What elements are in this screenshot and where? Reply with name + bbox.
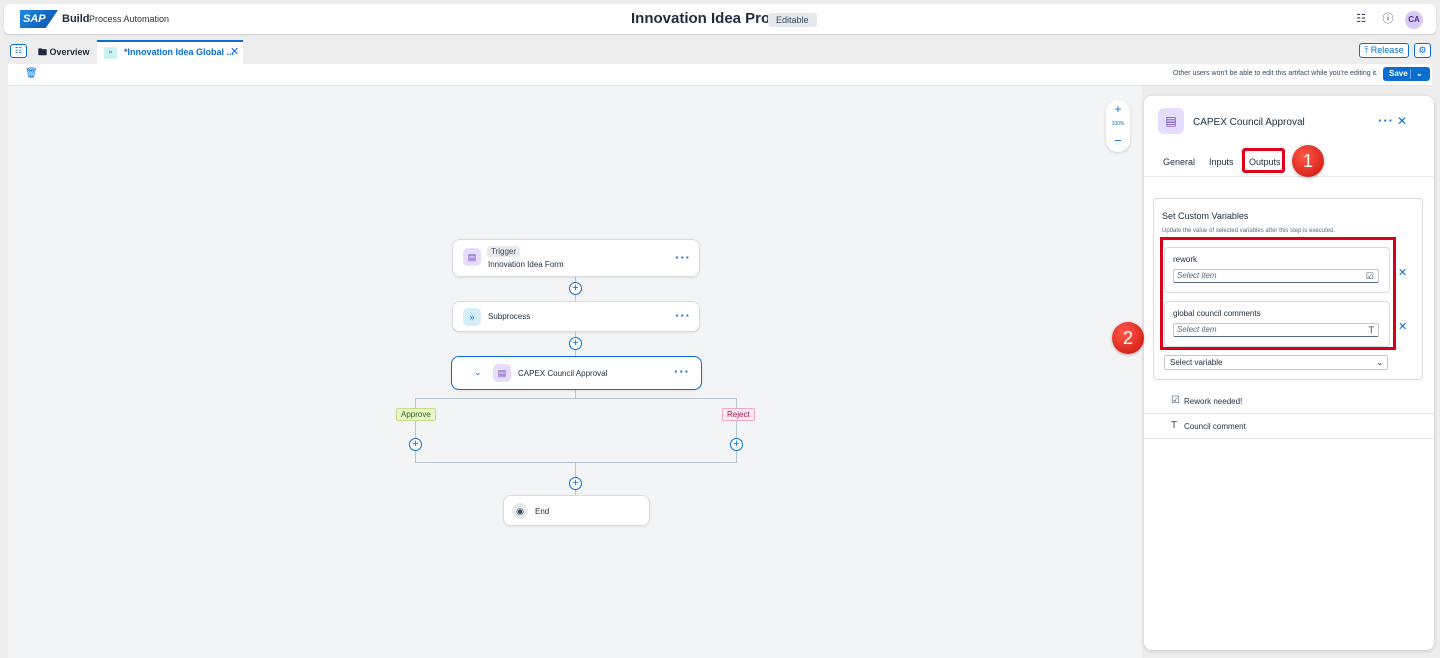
save-button[interactable]: Save ⌄ bbox=[1383, 67, 1430, 81]
trigger-label: Innovation Idea Form bbox=[488, 260, 564, 269]
list-item-label: Council comment bbox=[1184, 422, 1246, 431]
add-step-icon[interactable]: + bbox=[569, 337, 582, 350]
status-badge: Editable bbox=[768, 13, 817, 27]
list-item[interactable]: ☑ Rework needed! bbox=[1144, 389, 1434, 414]
more-icon[interactable]: ··· bbox=[1378, 113, 1394, 128]
step-marker-1: 1 bbox=[1292, 145, 1324, 177]
delete-icon[interactable]: 🗑 bbox=[25, 68, 38, 79]
remove-variable-icon[interactable]: ✕ bbox=[1398, 320, 1407, 333]
end-node[interactable]: ◉ End bbox=[503, 495, 650, 526]
text-type-icon: T bbox=[1171, 420, 1178, 431]
end-label: End bbox=[535, 507, 550, 516]
list-item[interactable]: T Council comment bbox=[1144, 414, 1434, 439]
tab-general[interactable]: General bbox=[1163, 157, 1195, 167]
brand-name: Build bbox=[62, 13, 90, 25]
chevron-down-icon[interactable]: ⌄ bbox=[474, 367, 482, 378]
form-icon: ▤ bbox=[1158, 108, 1184, 134]
approval-label: CAPEX Council Approval bbox=[518, 369, 608, 378]
chevron-down-icon: ⌄ bbox=[1376, 358, 1383, 367]
more-icon[interactable]: ··· bbox=[674, 364, 690, 379]
remove-variable-icon[interactable]: ✕ bbox=[1398, 266, 1407, 279]
section-description: Update the value of selected variables a… bbox=[1162, 228, 1336, 234]
subprocess-node[interactable]: » Subprocess ··· bbox=[452, 301, 700, 332]
divider bbox=[1144, 176, 1434, 177]
add-step-icon[interactable]: + bbox=[569, 282, 582, 295]
select-variable-dropdown[interactable]: Select variable ⌄ bbox=[1164, 355, 1388, 370]
panel-title: CAPEX Council Approval bbox=[1193, 117, 1305, 128]
shell-bar: SAP Build Process Automation Innovation … bbox=[4, 4, 1436, 34]
editor-toolbar: 🗑 Other users won't be able to edit this… bbox=[8, 64, 1432, 86]
tab-outputs[interactable]: Outputs bbox=[1242, 148, 1285, 173]
checkbox-icon: ☑ bbox=[1171, 395, 1180, 406]
approve-branch-label[interactable]: Approve bbox=[396, 408, 436, 421]
subprocess-icon: » bbox=[104, 47, 117, 59]
highlight-box bbox=[1160, 237, 1396, 350]
reject-branch-label[interactable]: Reject bbox=[722, 408, 755, 421]
section-title: Set Custom Variables bbox=[1162, 211, 1249, 221]
connector bbox=[415, 462, 737, 463]
help-icon[interactable]: ⓘ bbox=[1381, 12, 1395, 26]
form-icon: ▤ bbox=[463, 248, 481, 266]
trigger-badge: Trigger bbox=[487, 246, 521, 257]
trigger-node[interactable]: ▤ ··· bbox=[452, 239, 700, 277]
subprocess-icon: » bbox=[463, 308, 481, 326]
connector bbox=[415, 398, 737, 399]
tab-process-editor[interactable]: » *Innovation Idea Global ... ✕ bbox=[97, 40, 243, 64]
tab-label: *Innovation Idea Global ... bbox=[124, 47, 235, 57]
zoom-in-icon[interactable]: + bbox=[1106, 102, 1130, 116]
zoom-control: + 100% − bbox=[1106, 100, 1130, 152]
form-icon: ▤ bbox=[493, 364, 511, 382]
more-icon[interactable]: ··· bbox=[675, 308, 691, 323]
joule-icon[interactable]: ☷ bbox=[1354, 12, 1368, 26]
tab-overview[interactable]: 🖿 Overview bbox=[38, 45, 90, 61]
tab-bar: ☷ 🖿 Overview » *Innovation Idea Global .… bbox=[0, 40, 1440, 64]
add-step-icon[interactable]: + bbox=[730, 438, 743, 451]
add-step-icon[interactable]: + bbox=[409, 438, 422, 451]
toggle-panel-icon[interactable]: ☷ bbox=[10, 44, 27, 58]
zoom-level[interactable]: 100% bbox=[1106, 121, 1130, 127]
product-name: Process Automation bbox=[89, 14, 170, 24]
approval-node[interactable]: ⌄ ▤ CAPEX Council Approval ··· bbox=[451, 356, 702, 390]
lock-note: Other users won't be able to edit this a… bbox=[1173, 70, 1378, 77]
settings-icon[interactable]: ⚙ bbox=[1414, 43, 1431, 58]
zoom-out-icon[interactable]: − bbox=[1106, 133, 1130, 148]
step-marker-2: 2 bbox=[1112, 322, 1144, 354]
properties-panel: ▤ CAPEX Council Approval ··· ✕ General I… bbox=[1144, 96, 1434, 650]
save-separator bbox=[1410, 69, 1411, 79]
connector bbox=[575, 389, 576, 398]
close-icon[interactable]: ✕ bbox=[1397, 114, 1407, 128]
select-variable-label: Select variable bbox=[1170, 358, 1223, 367]
sap-logo[interactable]: SAP bbox=[20, 10, 58, 28]
more-icon[interactable]: ··· bbox=[675, 250, 691, 265]
release-button[interactable]: ⤒ Release bbox=[1359, 43, 1409, 58]
subprocess-label: Subprocess bbox=[488, 312, 531, 321]
close-icon[interactable]: ✕ bbox=[230, 45, 239, 58]
add-step-icon[interactable]: + bbox=[569, 477, 582, 490]
end-icon: ◉ bbox=[512, 503, 528, 519]
avatar[interactable]: CA bbox=[1405, 11, 1423, 29]
list-item-label: Rework needed! bbox=[1184, 397, 1243, 406]
chevron-down-icon[interactable]: ⌄ bbox=[1416, 67, 1423, 81]
tab-inputs[interactable]: Inputs bbox=[1209, 157, 1234, 167]
tab-outputs-label: Outputs bbox=[1249, 157, 1281, 167]
